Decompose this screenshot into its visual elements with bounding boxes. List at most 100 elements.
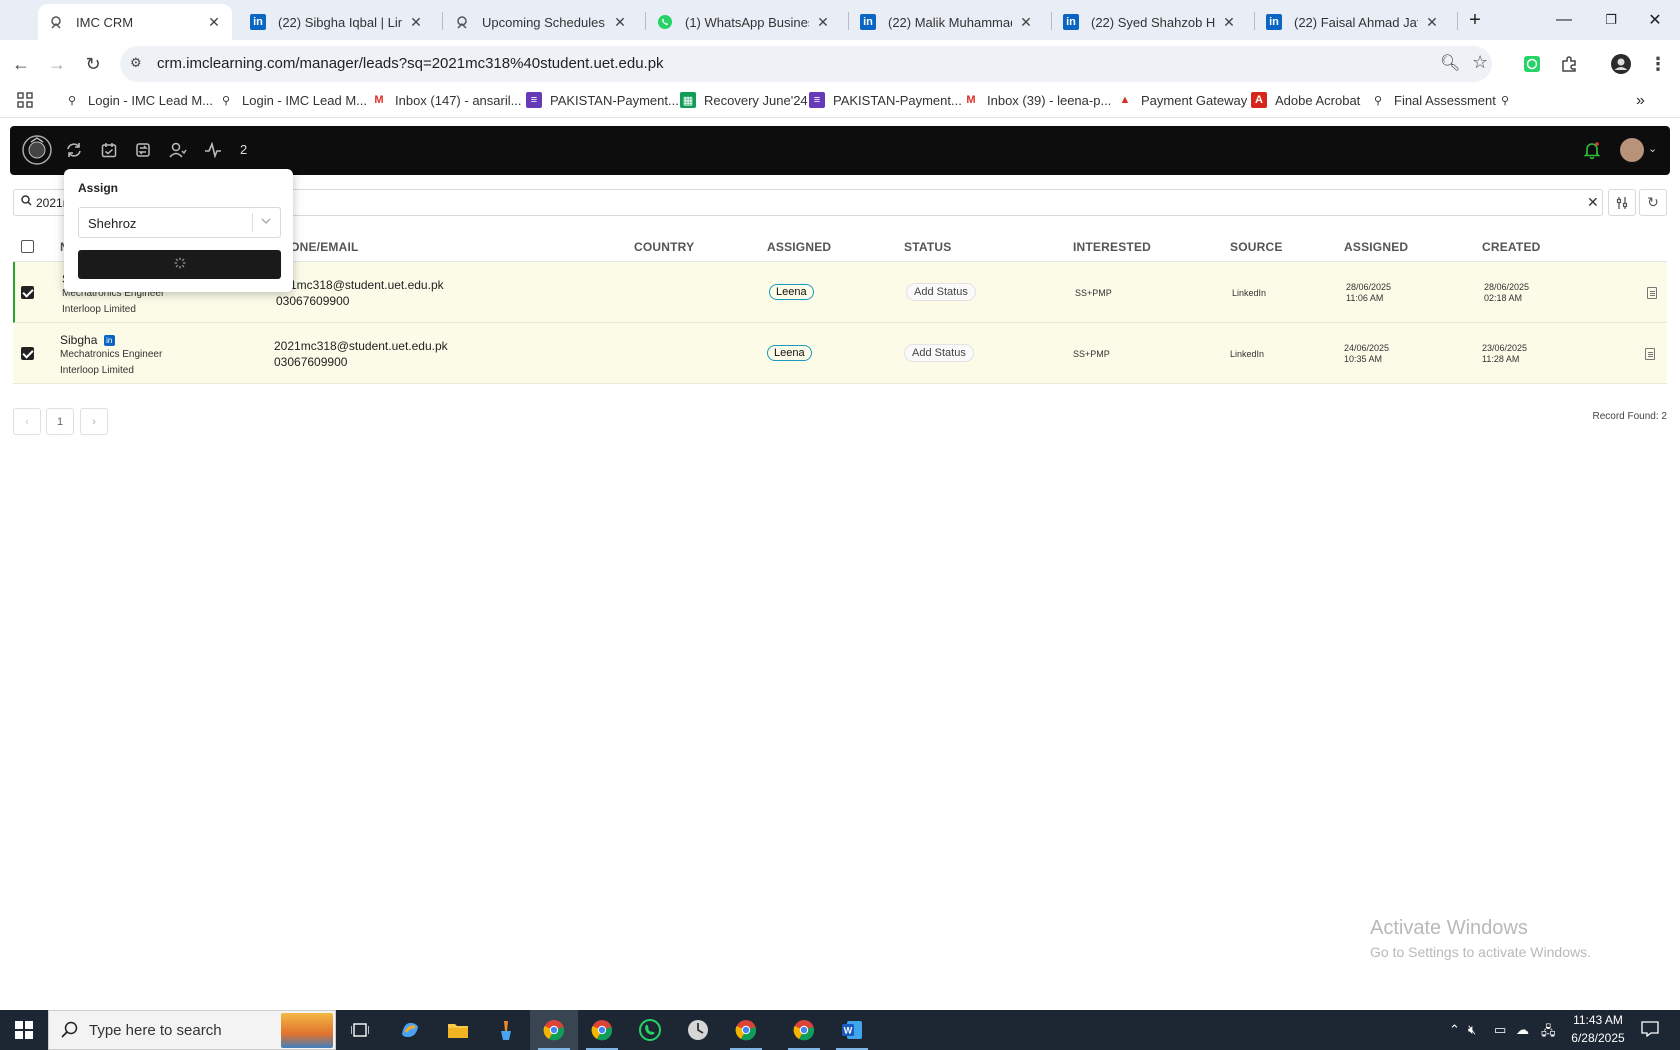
add-status-button[interactable]: Add Status bbox=[906, 283, 976, 301]
tab-linkedin-faisal[interactable]: in (22) Faisal Ahmad Jafri | L ✕ bbox=[1256, 4, 1450, 40]
forward-button[interactable]: → bbox=[44, 51, 70, 77]
assign-user-select[interactable]: Shehroz bbox=[78, 207, 281, 238]
previous-page-button[interactable]: ‹ bbox=[13, 408, 41, 435]
document-icon[interactable] bbox=[1645, 348, 1655, 360]
close-icon[interactable]: ✕ bbox=[1018, 14, 1034, 31]
user-assign-icon[interactable] bbox=[168, 140, 188, 160]
taskbar-search-box[interactable]: Type here to search bbox=[48, 1010, 336, 1050]
extension-whatsapp-icon[interactable] bbox=[1519, 51, 1545, 77]
lead-name[interactable]: Sibgha in bbox=[60, 333, 115, 347]
chrome-profile-3-icon[interactable] bbox=[780, 1010, 828, 1050]
tab-imc-crm[interactable]: IMC CRM ✕ bbox=[38, 4, 232, 40]
column-header-status[interactable]: STATUS bbox=[904, 240, 951, 254]
address-bar[interactable]: ⚙ crm.imclearning.com/manager/leads?sq=2… bbox=[120, 46, 1492, 82]
new-tab-button[interactable]: + bbox=[1447, 0, 1503, 40]
task-view-icon[interactable] bbox=[336, 1010, 384, 1050]
transfer-icon[interactable] bbox=[133, 140, 153, 160]
bookmark-item[interactable]: ⚲ Login - IMC Lead M... bbox=[64, 92, 213, 108]
calendar-icon[interactable] bbox=[99, 140, 119, 160]
close-icon[interactable]: ✕ bbox=[1424, 14, 1440, 31]
apps-grid-icon[interactable] bbox=[17, 92, 33, 108]
row-checkbox[interactable] bbox=[21, 347, 34, 360]
close-icon[interactable]: ✕ bbox=[408, 14, 424, 31]
document-icon[interactable] bbox=[1647, 287, 1657, 299]
bookmark-item[interactable]: M Inbox (147) - ansaril... bbox=[371, 92, 521, 108]
column-header-created[interactable]: CREATED bbox=[1482, 240, 1541, 254]
next-page-button[interactable]: › bbox=[80, 408, 108, 435]
lead-email[interactable]: 2021mc318@student.uet.edu.pk bbox=[274, 339, 448, 353]
tab-linkedin-malik[interactable]: in (22) Malik Muhammad R ✕ bbox=[850, 4, 1044, 40]
lead-phone[interactable]: 03067609900 bbox=[276, 294, 349, 308]
browser-menu-icon[interactable]: ⋮ bbox=[1645, 51, 1671, 77]
tab-linkedin-syed[interactable]: in (22) Syed Shahzob Hussa ✕ bbox=[1053, 4, 1247, 40]
activity-icon[interactable] bbox=[203, 140, 223, 160]
notifications-icon[interactable] bbox=[1641, 1020, 1659, 1041]
bookmark-overflow-icon[interactable]: ⚲ bbox=[1497, 92, 1521, 108]
extensions-puzzle-icon[interactable] bbox=[1556, 51, 1582, 77]
close-icon[interactable]: ✕ bbox=[206, 14, 222, 31]
reload-button[interactable]: ↻ bbox=[80, 51, 106, 77]
site-settings-icon[interactable]: ⚙ bbox=[130, 55, 142, 71]
onedrive-icon[interactable]: ☁ bbox=[1516, 1022, 1529, 1038]
bookmark-item[interactable]: ≡ PAKISTAN-Payment... bbox=[809, 92, 962, 108]
clock-app-icon[interactable] bbox=[674, 1010, 722, 1050]
filter-settings-button[interactable] bbox=[1608, 189, 1636, 216]
column-header-interested[interactable]: INTERESTED bbox=[1073, 240, 1151, 254]
reload-list-button[interactable]: ↻ bbox=[1639, 189, 1667, 216]
search-input[interactable]: 2021r bbox=[36, 196, 67, 210]
windows-start-icon[interactable] bbox=[0, 1010, 48, 1050]
bookmark-item[interactable]: ≡ PAKISTAN-Payment... bbox=[526, 92, 679, 108]
chrome-icon[interactable] bbox=[530, 1010, 578, 1050]
column-header-assigned-date[interactable]: ASSIGNED bbox=[1344, 240, 1408, 254]
meet-now-icon[interactable]: ▭ bbox=[1494, 1022, 1506, 1038]
network-icon[interactable]: 🖧︎ bbox=[1541, 1022, 1556, 1044]
assign-submit-button[interactable] bbox=[78, 250, 281, 279]
chrome-profile-2-icon[interactable] bbox=[722, 1010, 770, 1050]
show-hidden-icons-icon[interactable]: ⌃ bbox=[1449, 1022, 1460, 1038]
chevron-down-icon[interactable]: ⌄ bbox=[1648, 142, 1657, 155]
copilot-icon[interactable] bbox=[386, 1010, 434, 1050]
bookmark-item[interactable]: ▦ Recovery June'24 bbox=[680, 92, 808, 108]
notification-bell-icon[interactable] bbox=[1582, 140, 1602, 160]
bookmark-item[interactable]: M Inbox (39) - leena-p... bbox=[963, 92, 1111, 108]
taskbar-time[interactable]: 11:43 AM bbox=[1568, 1013, 1628, 1027]
chevron-double-right-icon[interactable]: » bbox=[1636, 92, 1645, 110]
select-all-checkbox[interactable] bbox=[21, 240, 34, 253]
paint-app-icon[interactable] bbox=[482, 1010, 530, 1050]
zoom-icon[interactable]: 🔍︎ bbox=[1440, 53, 1460, 73]
assigned-user-badge[interactable]: Leena bbox=[769, 284, 814, 300]
bookmark-item[interactable]: A Adobe Acrobat bbox=[1251, 92, 1360, 108]
close-icon[interactable]: ✕ bbox=[1221, 14, 1237, 31]
linkedin-icon[interactable]: in bbox=[103, 335, 115, 347]
tab-linkedin-sibgha[interactable]: in (22) Sibgha Iqbal | Linke ✕ bbox=[240, 4, 434, 40]
whatsapp-icon[interactable] bbox=[626, 1010, 674, 1050]
word-icon[interactable]: W bbox=[828, 1010, 876, 1050]
file-explorer-icon[interactable] bbox=[434, 1010, 482, 1050]
volume-muted-icon[interactable]: 🔇︎ bbox=[1468, 1022, 1476, 1038]
lead-phone[interactable]: 03067609900 bbox=[274, 355, 347, 369]
add-status-button[interactable]: Add Status bbox=[904, 344, 974, 362]
page-number-button[interactable]: 1 bbox=[46, 408, 74, 435]
profile-avatar-icon[interactable] bbox=[1608, 51, 1634, 77]
column-header-assigned-to[interactable]: ASSIGNED bbox=[767, 240, 831, 254]
assigned-user-badge[interactable]: Leena bbox=[767, 345, 812, 361]
table-row[interactable]: Sibgha in Mechatronics Engineer Interloo… bbox=[13, 323, 1667, 384]
row-checkbox[interactable] bbox=[21, 286, 34, 299]
bookmark-item[interactable]: ⚲ Login - IMC Lead M... bbox=[218, 92, 367, 108]
clear-search-icon[interactable]: ✕ bbox=[1587, 194, 1599, 211]
close-icon[interactable]: ✕ bbox=[612, 14, 628, 31]
taskbar-date[interactable]: 6/28/2025 bbox=[1568, 1031, 1628, 1045]
back-button[interactable]: ← bbox=[8, 51, 34, 77]
chrome-profile-icon[interactable] bbox=[578, 1010, 626, 1050]
tab-whatsapp[interactable]: (1) WhatsApp Business ✕ bbox=[647, 4, 841, 40]
bookmark-item[interactable]: ▲ Payment Gateway bbox=[1117, 92, 1248, 108]
user-avatar[interactable] bbox=[1620, 138, 1644, 162]
window-close-button[interactable]: ✕ bbox=[1630, 0, 1680, 40]
bookmark-star-icon[interactable]: ☆ bbox=[1472, 52, 1488, 73]
column-header-country[interactable]: COUNTRY bbox=[634, 240, 694, 254]
tab-upcoming-schedules[interactable]: Upcoming Schedules | IM ✕ bbox=[444, 4, 638, 40]
lead-email[interactable]: 1mc318@student.uet.edu.pk bbox=[290, 278, 444, 292]
column-header-source[interactable]: SOURCE bbox=[1230, 240, 1283, 254]
bookmark-item[interactable]: ⚲ Final Assessment bbox=[1370, 92, 1496, 108]
refresh-icon[interactable] bbox=[64, 140, 84, 160]
